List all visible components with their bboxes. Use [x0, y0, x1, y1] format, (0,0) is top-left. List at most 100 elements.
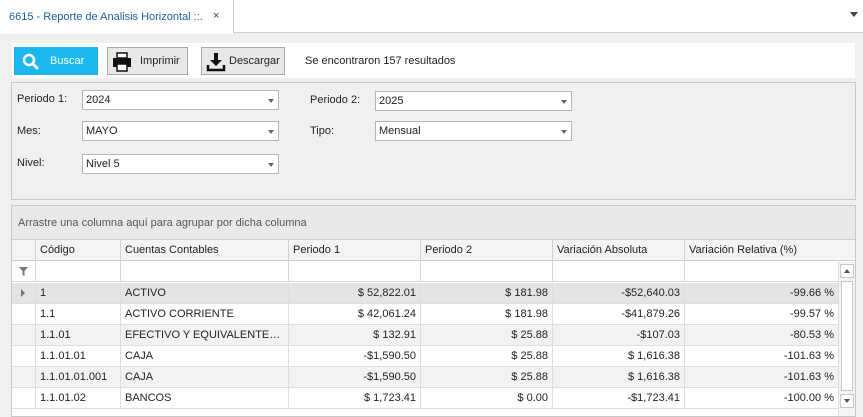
filter-cell-periodo1[interactable]	[288, 261, 420, 281]
cell-variacion-absoluta[interactable]: -$107.03	[552, 325, 684, 345]
cell-variacion-relativa[interactable]: -101.63 %	[684, 346, 838, 366]
tab-title: 6615 - Reporte de Analisis Horizontal ::…	[9, 11, 203, 23]
tab-reporte[interactable]: 6615 - Reporte de Analisis Horizontal ::…	[0, 0, 234, 34]
results-grid: Arrastre una columna aquí para agrupar p…	[11, 205, 856, 417]
periodo2-value: 2025	[379, 95, 404, 107]
cell-variacion-relativa[interactable]: -100.00 %	[684, 388, 838, 408]
cell-periodo1[interactable]: $ 132.91	[288, 325, 420, 345]
filter-panel: Periodo 1: 2024 Periodo 2: 2025 Mes: MAY…	[11, 82, 856, 200]
search-icon	[22, 53, 40, 71]
cell-variacion-relativa[interactable]: -99.57 %	[684, 304, 838, 324]
search-button-label: Buscar	[50, 55, 85, 67]
cell-periodo1[interactable]: $ 1,723.41	[288, 388, 420, 408]
cell-periodo1[interactable]: $ 52,822.01	[288, 283, 420, 303]
cell-periodo2[interactable]: $ 25.88	[420, 325, 552, 345]
column-header-periodo1[interactable]: Periodo 1	[288, 240, 420, 261]
download-icon	[206, 53, 226, 72]
cell-variacion-absoluta[interactable]: -$1,723.41	[552, 388, 684, 408]
cell-codigo[interactable]: 1.1	[35, 304, 120, 324]
cell-cuenta[interactable]: BANCOS	[120, 388, 288, 408]
periodo1-value: 2024	[86, 94, 111, 106]
tipo-label: Tipo:	[310, 125, 335, 137]
cell-variacion-absoluta[interactable]: -$52,640.03	[552, 283, 684, 303]
results-count: Se encontraron 157 resultados	[305, 55, 456, 67]
cell-periodo2[interactable]: $ 25.88	[420, 367, 552, 387]
cell-variacion-absoluta[interactable]: $ 1,616.38	[552, 346, 684, 366]
cell-periodo1[interactable]: -$1,590.50	[288, 367, 420, 387]
mes-label: Mes:	[17, 125, 41, 137]
filter-row	[12, 261, 855, 282]
cell-cuenta[interactable]: CAJA	[120, 346, 288, 366]
print-button[interactable]: Imprimir	[107, 47, 188, 75]
close-icon[interactable]: ×	[213, 10, 219, 22]
nivel-select[interactable]: Nivel 5	[82, 154, 279, 174]
chevron-down-icon	[561, 100, 567, 104]
cell-cuenta[interactable]: EFECTIVO Y EQUIVALENTES AL...	[120, 325, 288, 345]
mes-value: MAYO	[86, 125, 118, 137]
filter-cell-variacion-absoluta[interactable]	[552, 261, 684, 281]
scroll-thumb[interactable]	[841, 281, 853, 391]
vertical-scrollbar[interactable]	[838, 262, 855, 416]
column-header-variacion-absoluta[interactable]: Variación Absoluta	[552, 240, 684, 261]
cell-cuenta[interactable]: ACTIVO CORRIENTE	[120, 304, 288, 324]
filter-icon[interactable]	[19, 267, 28, 276]
print-button-label: Imprimir	[140, 55, 180, 67]
nivel-value: Nivel 5	[86, 158, 120, 170]
printer-icon	[113, 52, 131, 72]
periodo1-select[interactable]: 2024	[82, 90, 279, 110]
chevron-down-icon	[268, 99, 274, 103]
filter-cell-variacion-relativa[interactable]	[684, 261, 838, 281]
cell-periodo2[interactable]: $ 0.00	[420, 388, 552, 408]
cell-codigo[interactable]: 1.1.01.01.001	[35, 367, 120, 387]
cell-codigo[interactable]: 1	[35, 283, 120, 303]
cell-periodo2[interactable]: $ 25.88	[420, 346, 552, 366]
search-button[interactable]: Buscar	[14, 47, 98, 75]
group-panel[interactable]: Arrastre una columna aquí para agrupar p…	[12, 206, 855, 239]
cell-codigo[interactable]: 1.1.01	[35, 325, 120, 345]
periodo2-select[interactable]: 2025	[375, 91, 572, 111]
filter-cell-codigo[interactable]	[35, 261, 120, 281]
download-button[interactable]: Descargar	[201, 47, 285, 75]
cell-variacion-relativa[interactable]: -99.66 %	[684, 283, 838, 303]
cell-codigo[interactable]: 1.1.01.01	[35, 346, 120, 366]
chevron-down-icon	[268, 163, 274, 167]
cell-variacion-relativa[interactable]: -101.63 %	[684, 367, 838, 387]
table-row[interactable]: 1.1.01 EFECTIVO Y EQUIVALENTES AL... $ 1…	[12, 325, 838, 346]
column-header-variacion-relativa[interactable]: Variación Relativa (%)	[684, 240, 838, 261]
table-row[interactable]: 1 ACTIVO $ 52,822.01 $ 181.98 -$52,640.0…	[12, 283, 838, 304]
cell-variacion-absoluta[interactable]: $ 1,616.38	[552, 367, 684, 387]
cell-codigo[interactable]: 1.1.01.02	[35, 388, 120, 408]
tipo-select[interactable]: Mensual	[375, 121, 572, 141]
cell-periodo1[interactable]: $ 42,061.24	[288, 304, 420, 324]
scroll-down-button[interactable]	[840, 394, 854, 408]
periodo1-label: Periodo 1:	[17, 93, 68, 105]
table-row[interactable]: 1.1.01.01.001 CAJA -$1,590.50 $ 25.88 $ …	[12, 367, 838, 388]
table-row[interactable]: 1.1.01.01 CAJA -$1,590.50 $ 25.88 $ 1,61…	[12, 346, 838, 367]
download-button-label: Descargar	[229, 55, 280, 67]
tipo-value: Mensual	[379, 125, 421, 137]
filter-cell-periodo2[interactable]	[420, 261, 552, 281]
cell-variacion-absoluta[interactable]: -$41,879.26	[552, 304, 684, 324]
cell-periodo2[interactable]: $ 181.98	[420, 304, 552, 324]
tab-strip: 6615 - Reporte de Analisis Horizontal ::…	[0, 0, 863, 34]
column-header-periodo2[interactable]: Periodo 2	[420, 240, 552, 261]
cell-variacion-relativa[interactable]: -80.53 %	[684, 325, 838, 345]
nivel-label: Nivel:	[17, 157, 45, 169]
cell-cuenta[interactable]: CAJA	[120, 367, 288, 387]
scroll-up-button[interactable]	[840, 264, 854, 278]
toolbar: Buscar Imprimir Descargar Se encontraron…	[12, 43, 855, 78]
column-header-codigo[interactable]: Código	[35, 240, 120, 261]
chevron-down-icon	[561, 130, 567, 134]
group-panel-hint: Arrastre una columna aquí para agrupar p…	[18, 217, 307, 229]
filter-cell-cuentas[interactable]	[120, 261, 288, 281]
periodo2-label: Periodo 2:	[310, 94, 361, 106]
chevron-down-icon	[268, 130, 274, 134]
cell-periodo2[interactable]: $ 181.98	[420, 283, 552, 303]
column-header-cuentas[interactable]: Cuentas Contables	[120, 240, 288, 261]
table-row[interactable]: 1.1.01.02 BANCOS $ 1,723.41 $ 0.00 -$1,7…	[12, 388, 838, 409]
cell-cuenta[interactable]: ACTIVO	[120, 283, 288, 303]
table-row[interactable]: 1.1 ACTIVO CORRIENTE $ 42,061.24 $ 181.9…	[12, 304, 838, 325]
mes-select[interactable]: MAYO	[82, 121, 279, 141]
chevron-down-icon[interactable]	[850, 12, 858, 17]
cell-periodo1[interactable]: -$1,590.50	[288, 346, 420, 366]
